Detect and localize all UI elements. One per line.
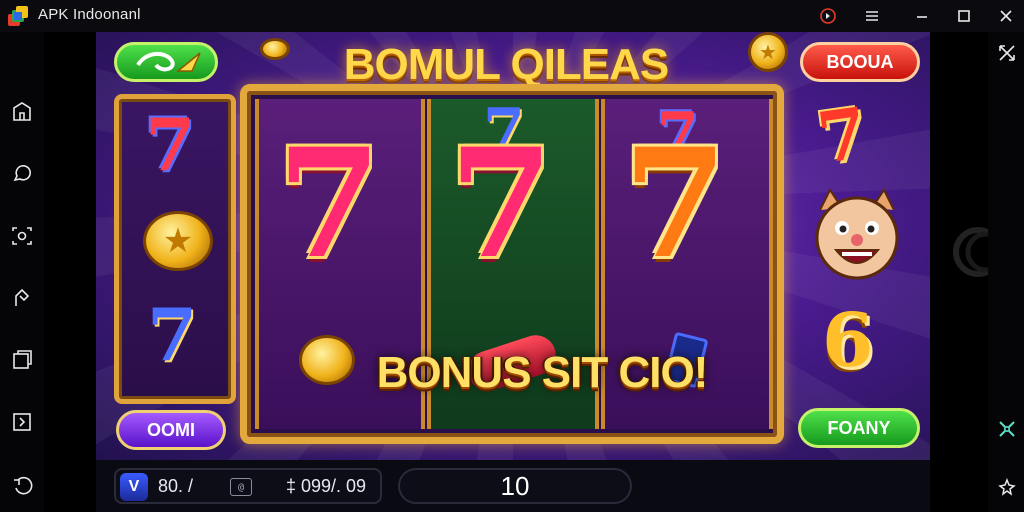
balance-badge-icon: V: [120, 473, 148, 501]
left-toolbar: [0, 32, 44, 512]
side-seven-symbol: 7: [812, 91, 873, 180]
fullscreen-icon[interactable]: [994, 40, 1020, 66]
right-toolbar: [988, 32, 1024, 512]
bet-amount-field[interactable]: 10: [398, 468, 632, 504]
minimize-icon[interactable]: [910, 4, 934, 28]
reel-symbol-seven: 7: [145, 102, 196, 187]
close-icon[interactable]: [994, 4, 1018, 28]
title-bar: APK Indoonanl: [0, 0, 1024, 32]
reel-1-seven: 7: [277, 116, 382, 292]
side-reel: 7 ★ 7: [114, 94, 236, 404]
coin-icon: [260, 38, 290, 60]
macro-icon[interactable]: [6, 406, 38, 438]
spin-button[interactable]: FOANY: [798, 408, 920, 448]
bonus-button[interactable]: BOOUA: [800, 42, 920, 82]
screenshot-icon[interactable]: [6, 220, 38, 252]
balance-percent: ‡ 099/. 09: [286, 476, 367, 496]
maximize-icon[interactable]: [952, 4, 976, 28]
app-logo-icon: [6, 4, 30, 28]
window-title: APK Indoonanl: [38, 6, 141, 23]
game-screen[interactable]: ★ BOMUL QILEAS BOOUA 7 ★ 7 7 7 7 7 7 BON…: [96, 32, 930, 460]
shake-icon[interactable]: [6, 282, 38, 314]
settings-icon[interactable]: [994, 474, 1020, 500]
game-headline: BOMUL QILEAS: [343, 40, 670, 89]
coin-star-icon: ★: [748, 32, 788, 72]
reel-symbol-seven-gem: 7: [147, 292, 198, 377]
chat-icon[interactable]: [6, 158, 38, 190]
gamepad-icon[interactable]: [994, 416, 1020, 442]
bonus-banner: BONUS SIT CIO!: [376, 348, 709, 397]
swirl-arrow-icon: [136, 52, 201, 72]
balance-mid-icon: @: [230, 478, 252, 496]
multi-window-icon[interactable]: [6, 344, 38, 376]
reel-3-seven: 7: [623, 116, 728, 292]
side-six-symbol: 6: [822, 298, 874, 384]
gold-coin-icon: ★: [143, 211, 213, 271]
menu-icon[interactable]: [860, 4, 884, 28]
record-icon[interactable]: [816, 4, 840, 28]
reel-2-seven: 7: [449, 116, 554, 292]
home-icon[interactable]: [6, 96, 38, 128]
balance-value: 80. /: [158, 476, 194, 496]
auto-spin-button[interactable]: OOMI: [116, 410, 226, 450]
mascot-character: [802, 180, 912, 290]
back-icon[interactable]: [6, 470, 38, 502]
play-arrow-button[interactable]: [114, 42, 218, 82]
